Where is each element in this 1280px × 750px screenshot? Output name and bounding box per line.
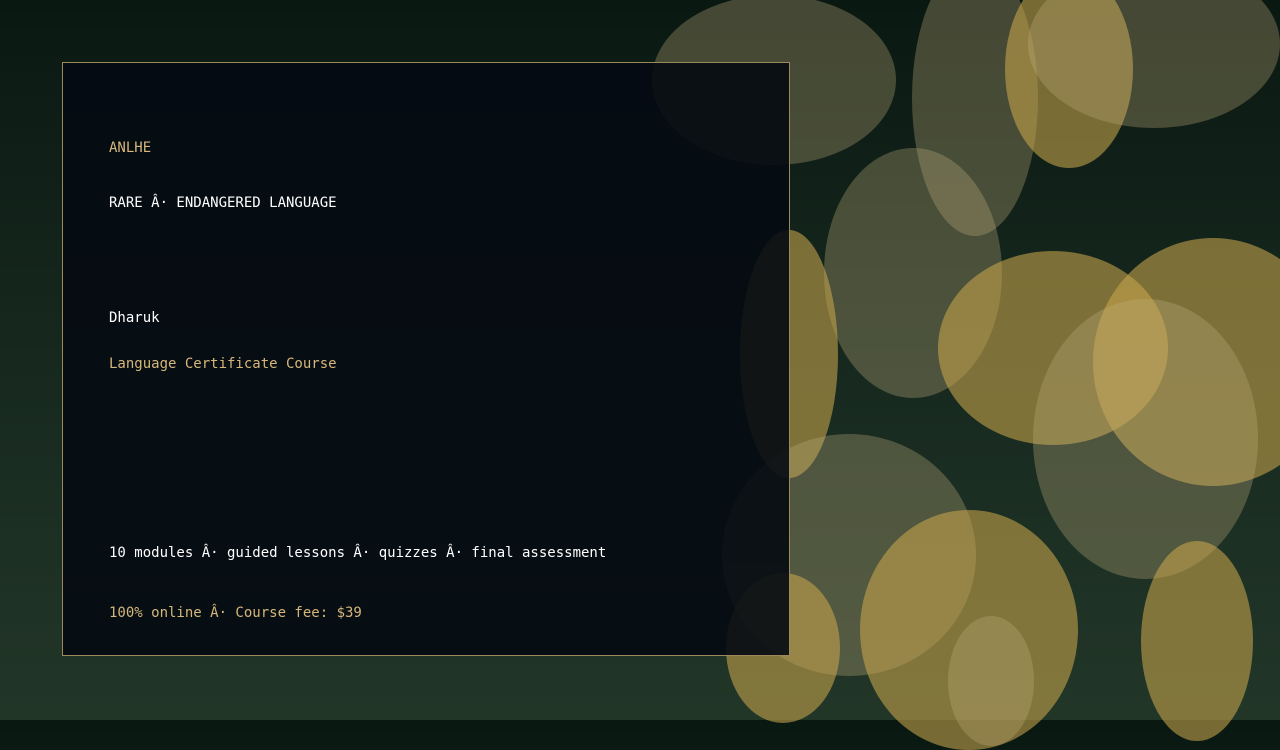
bokeh-circle	[1141, 541, 1253, 741]
course-details: 10 modules Â· guided lessons Â· quizzes …	[109, 545, 607, 561]
brand-label: ANLHE	[109, 140, 152, 156]
language-title: Dharuk	[109, 310, 160, 326]
category-tag: RARE Â· ENDANGERED LANGUAGE	[109, 195, 337, 211]
bokeh-circle	[948, 616, 1034, 746]
course-fee: 100% online Â· Course fee: $39	[109, 605, 362, 621]
bokeh-circle	[1033, 299, 1258, 579]
course-title: Language Certificate Course	[109, 356, 337, 372]
course-card: ANLHE RARE Â· ENDANGERED LANGUAGE Dharuk…	[62, 62, 790, 656]
